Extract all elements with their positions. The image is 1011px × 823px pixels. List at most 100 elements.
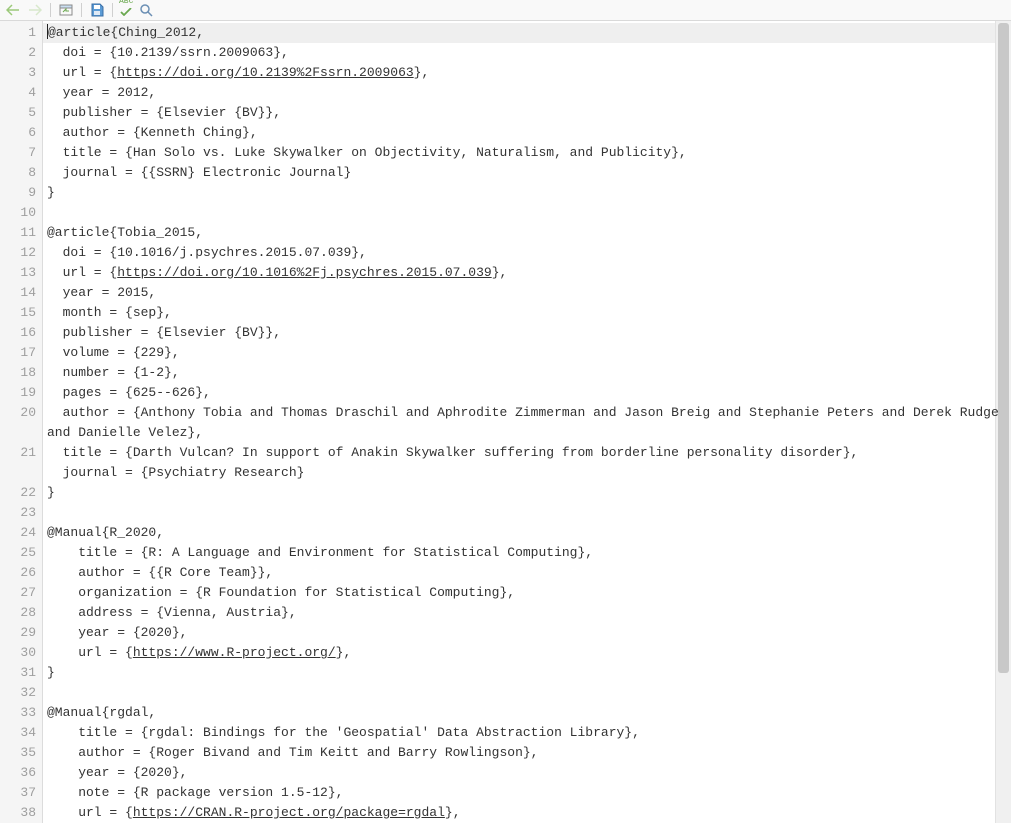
code-line[interactable]: organization = {R Foundation for Statist… [47, 583, 1011, 603]
line-number: 2 [0, 43, 42, 63]
line-number: 34 [0, 723, 42, 743]
line-number: 20 [0, 403, 42, 443]
code-text: url = { [47, 805, 133, 820]
show-in-window-button[interactable] [57, 1, 75, 19]
code-line[interactable]: url = {https://doi.org/10.2139%2Fssrn.20… [47, 63, 1011, 83]
code-text: author = {Anthony Tobia and Thomas Drasc… [47, 405, 1007, 440]
code-line[interactable]: url = {https://doi.org/10.1016%2Fj.psych… [47, 263, 1011, 283]
code-line[interactable]: doi = {10.1016/j.psychres.2015.07.039}, [47, 243, 1011, 263]
line-number: 3 [0, 63, 42, 83]
code-line[interactable]: year = {2020}, [47, 623, 1011, 643]
code-text: url = { [47, 65, 117, 80]
code-text: publisher = {Elsevier {BV}}, [47, 325, 281, 340]
line-number: 12 [0, 243, 42, 263]
hyperlink[interactable]: https://doi.org/10.2139%2Fssrn.2009063 [117, 65, 413, 80]
code-line[interactable]: title = {Han Solo vs. Luke Skywalker on … [47, 143, 1011, 163]
code-line[interactable] [47, 203, 1011, 223]
code-line[interactable]: journal = {Psychiatry Research} [47, 463, 1011, 483]
code-text: }, [336, 645, 352, 660]
code-line[interactable]: author = {Kenneth Ching}, [47, 123, 1011, 143]
toolbar-separator [50, 3, 51, 17]
code-text: year = {2020}, [47, 765, 187, 780]
code-line[interactable]: volume = {229}, [47, 343, 1011, 363]
back-button[interactable] [4, 1, 22, 19]
code-text: note = {R package version 1.5-12}, [47, 785, 343, 800]
code-line[interactable]: url = {https://www.R-project.org/}, [47, 643, 1011, 663]
hyperlink[interactable]: https://www.R-project.org/ [133, 645, 336, 660]
code-text: doi = {10.2139/ssrn.2009063}, [47, 45, 289, 60]
code-line[interactable]: year = 2012, [47, 83, 1011, 103]
code-line[interactable]: title = {Darth Vulcan? In support of Ana… [47, 443, 1011, 463]
code-line[interactable]: @article{Tobia_2015, [47, 223, 1011, 243]
save-icon [90, 3, 104, 17]
check-icon [120, 8, 132, 16]
code-text: author = {{R Core Team}}, [47, 565, 273, 580]
line-number: 32 [0, 683, 42, 703]
line-number: 30 [0, 643, 42, 663]
code-line[interactable]: publisher = {Elsevier {BV}}, [47, 323, 1011, 343]
code-line[interactable]: year = 2015, [47, 283, 1011, 303]
code-text: pages = {625--626}, [47, 385, 211, 400]
line-number: 29 [0, 623, 42, 643]
code-line[interactable]: } [47, 483, 1011, 503]
line-number: 16 [0, 323, 42, 343]
line-number: 36 [0, 763, 42, 783]
line-number: 21 [0, 443, 42, 483]
code-line[interactable]: title = {rgdal: Bindings for the 'Geospa… [47, 723, 1011, 743]
code-text: @Manual{R_2020, [47, 525, 164, 540]
line-number: 14 [0, 283, 42, 303]
code-line[interactable]: author = {{R Core Team}}, [47, 563, 1011, 583]
line-number: 25 [0, 543, 42, 563]
code-text: publisher = {Elsevier {BV}}, [47, 105, 281, 120]
save-button[interactable] [88, 1, 106, 19]
code-text: }, [445, 805, 461, 820]
line-number: 33 [0, 703, 42, 723]
code-line[interactable]: url = {https://CRAN.R-project.org/packag… [47, 803, 1011, 823]
code-line[interactable]: number = {1-2}, [47, 363, 1011, 383]
spellcheck-button[interactable]: ABC [119, 1, 133, 19]
code-line[interactable]: } [47, 183, 1011, 203]
code-line[interactable]: author = {Roger Bivand and Tim Keitt and… [47, 743, 1011, 763]
code-text: } [47, 485, 55, 500]
forward-button[interactable] [26, 1, 44, 19]
code-line[interactable]: journal = {{SSRN} Electronic Journal} [47, 163, 1011, 183]
editor-toolbar: ABC [0, 0, 1011, 21]
code-text: }, [492, 265, 508, 280]
line-number: 10 [0, 203, 42, 223]
line-number: 5 [0, 103, 42, 123]
code-text: } [47, 185, 55, 200]
line-number: 26 [0, 563, 42, 583]
code-line[interactable] [47, 683, 1011, 703]
code-text: year = 2012, [47, 85, 156, 100]
code-line[interactable]: publisher = {Elsevier {BV}}, [47, 103, 1011, 123]
hyperlink[interactable]: https://doi.org/10.1016%2Fj.psychres.201… [117, 265, 491, 280]
code-line[interactable]: note = {R package version 1.5-12}, [47, 783, 1011, 803]
arrow-left-icon [6, 4, 20, 16]
line-number-gutter: 1234567891011121314151617181920212223242… [0, 21, 43, 823]
code-text: title = {rgdal: Bindings for the 'Geospa… [47, 725, 640, 740]
code-line[interactable]: @Manual{rgdal, [47, 703, 1011, 723]
code-line[interactable]: } [47, 663, 1011, 683]
code-line[interactable]: month = {sep}, [47, 303, 1011, 323]
line-number: 37 [0, 783, 42, 803]
code-line[interactable]: title = {R: A Language and Environment f… [47, 543, 1011, 563]
code-line[interactable]: doi = {10.2139/ssrn.2009063}, [47, 43, 1011, 63]
line-number: 28 [0, 603, 42, 623]
code-line[interactable] [47, 503, 1011, 523]
line-number: 13 [0, 263, 42, 283]
code-line[interactable]: pages = {625--626}, [47, 383, 1011, 403]
code-line[interactable]: @article{Ching_2012, [47, 23, 1011, 43]
code-text: @Manual{rgdal, [47, 705, 156, 720]
code-line[interactable]: address = {Vienna, Austria}, [47, 603, 1011, 623]
code-line[interactable]: year = {2020}, [47, 763, 1011, 783]
code-editor[interactable]: 1234567891011121314151617181920212223242… [0, 21, 1011, 823]
code-area[interactable]: @article{Ching_2012, doi = {10.2139/ssrn… [43, 21, 1011, 823]
line-number: 27 [0, 583, 42, 603]
code-line[interactable]: @Manual{R_2020, [47, 523, 1011, 543]
code-text: url = { [47, 645, 133, 660]
code-line[interactable]: author = {Anthony Tobia and Thomas Drasc… [47, 403, 1011, 443]
hyperlink[interactable]: https://CRAN.R-project.org/package=rgdal [133, 805, 445, 820]
code-text: year = {2020}, [47, 625, 187, 640]
line-number: 11 [0, 223, 42, 243]
search-button[interactable] [137, 1, 155, 19]
